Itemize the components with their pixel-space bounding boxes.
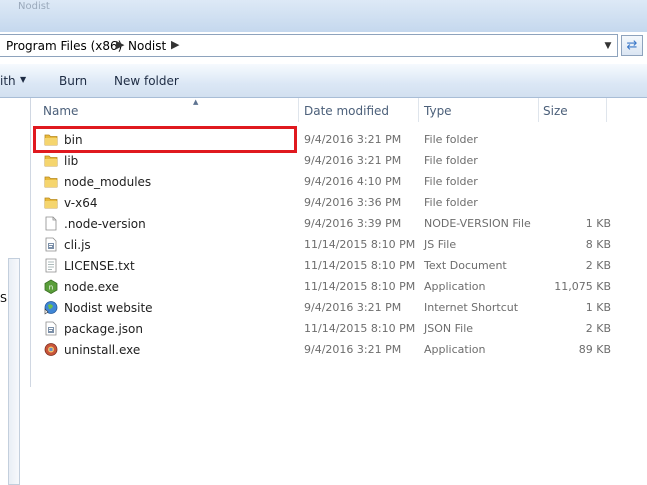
script-file-icon bbox=[45, 237, 57, 252]
file-name: node.exe bbox=[64, 280, 120, 294]
window-title-strip: Nodist bbox=[0, 0, 647, 32]
file-row[interactable]: lib 9/4/2016 3:21 PM File folder bbox=[31, 150, 647, 171]
file-type: JSON File bbox=[424, 322, 474, 335]
column-divider[interactable] bbox=[298, 98, 299, 122]
sort-ascending-icon: ▲ bbox=[193, 98, 199, 106]
file-row[interactable]: node_modules 9/4/2016 4:10 PM File folde… bbox=[31, 171, 647, 192]
column-divider[interactable] bbox=[606, 98, 607, 122]
json-file-icon bbox=[45, 321, 57, 336]
file-name: package.json bbox=[64, 322, 144, 336]
file-date: 9/4/2016 4:10 PM bbox=[304, 175, 402, 188]
file-type: JS File bbox=[424, 238, 457, 251]
column-divider[interactable] bbox=[418, 98, 419, 122]
navigation-pane-scrollbar[interactable] bbox=[8, 258, 20, 485]
new-folder-button[interactable]: New folder bbox=[114, 74, 179, 88]
file-type: Application bbox=[424, 280, 486, 293]
file-date: 9/4/2016 3:21 PM bbox=[304, 301, 402, 314]
file-name: .node-version bbox=[64, 217, 146, 231]
installer-exe-icon bbox=[44, 343, 58, 356]
column-header: ▲ Name Date modified Type Size bbox=[31, 98, 647, 124]
file-type: Internet Shortcut bbox=[424, 301, 519, 314]
file-date: 9/4/2016 3:21 PM bbox=[304, 154, 402, 167]
column-date-modified[interactable]: Date modified bbox=[304, 104, 389, 118]
file-name: Nodist website bbox=[64, 301, 153, 315]
file-date: 9/4/2016 3:21 PM bbox=[304, 133, 402, 146]
breadcrumb-nodist[interactable]: Nodist bbox=[128, 39, 166, 53]
file-row[interactable]: package.json 11/14/2015 8:10 PM JSON Fil… bbox=[31, 318, 647, 339]
address-bar[interactable]: Program Files (x86) ▶ Nodist ▶ bbox=[0, 34, 618, 57]
file-size: 8 KB bbox=[585, 238, 611, 251]
text-file-icon bbox=[45, 258, 57, 273]
highlight-box bbox=[33, 126, 297, 153]
file-type: File folder bbox=[424, 133, 478, 146]
file-type: File folder bbox=[424, 175, 478, 188]
file-type: NODE-VERSION File bbox=[424, 217, 531, 230]
file-size: 2 KB bbox=[585, 259, 611, 272]
column-name[interactable]: Name bbox=[43, 104, 78, 118]
file-date: 11/14/2015 8:10 PM bbox=[304, 259, 416, 272]
file-type: File folder bbox=[424, 154, 478, 167]
file-type: File folder bbox=[424, 196, 478, 209]
refresh-icon[interactable]: ⇄ bbox=[621, 35, 643, 56]
file-date: 9/4/2016 3:21 PM bbox=[304, 343, 402, 356]
file-row[interactable]: uninstall.exe 9/4/2016 3:21 PM Applicati… bbox=[31, 339, 647, 360]
breadcrumb-separator-icon[interactable]: ▶ bbox=[171, 38, 179, 51]
chevron-down-icon[interactable]: ▼ bbox=[20, 75, 26, 84]
file-date: 9/4/2016 3:36 PM bbox=[304, 196, 402, 209]
file-type: Application bbox=[424, 343, 486, 356]
file-row[interactable]: .node-version 9/4/2016 3:39 PM NODE-VERS… bbox=[31, 213, 647, 234]
burn-button[interactable]: Burn bbox=[59, 74, 87, 88]
file-name: LICENSE.txt bbox=[64, 259, 135, 273]
file-date: 9/4/2016 3:39 PM bbox=[304, 217, 402, 230]
svg-text:n: n bbox=[49, 284, 53, 292]
file-row[interactable]: LICENSE.txt 11/14/2015 8:10 PM Text Docu… bbox=[31, 255, 647, 276]
file-size: 2 KB bbox=[585, 322, 611, 335]
organize-button[interactable]: ith bbox=[0, 74, 16, 88]
navigation-pane bbox=[0, 98, 31, 485]
file-date: 11/14/2015 8:10 PM bbox=[304, 280, 416, 293]
file-name: uninstall.exe bbox=[64, 343, 141, 357]
navigation-pane-label: S bbox=[0, 292, 7, 305]
folder-icon bbox=[44, 197, 58, 209]
file-date: 11/14/2015 8:10 PM bbox=[304, 238, 416, 251]
file-row[interactable]: v-x64 9/4/2016 3:36 PM File folder bbox=[31, 192, 647, 213]
file-size: 11,075 KB bbox=[554, 280, 611, 293]
file-date: 11/14/2015 8:10 PM bbox=[304, 322, 416, 335]
blank-file-icon bbox=[45, 216, 57, 231]
column-type[interactable]: Type bbox=[424, 104, 452, 118]
command-bar: ith ▼ Burn New folder bbox=[0, 64, 647, 98]
file-row[interactable]: Nodist website 9/4/2016 3:21 PM Internet… bbox=[31, 297, 647, 318]
internet-shortcut-icon bbox=[44, 301, 58, 315]
address-dropdown-icon[interactable]: ▼ bbox=[601, 38, 615, 54]
file-name: lib bbox=[64, 154, 79, 168]
file-name: cli.js bbox=[64, 238, 91, 252]
file-row[interactable]: n node.exe 11/14/2015 8:10 PM Applicatio… bbox=[31, 276, 647, 297]
file-size: 89 KB bbox=[578, 343, 611, 356]
column-size[interactable]: Size bbox=[543, 104, 568, 118]
file-size: 1 KB bbox=[585, 301, 611, 314]
breadcrumb-program-files[interactable]: Program Files (x86) bbox=[6, 39, 122, 53]
file-type: Text Document bbox=[424, 259, 507, 272]
file-name: node_modules bbox=[64, 175, 152, 189]
file-name: v-x64 bbox=[64, 196, 98, 210]
window-faint-title: Nodist bbox=[18, 1, 50, 12]
file-row[interactable]: cli.js 11/14/2015 8:10 PM JS File 8 KB bbox=[31, 234, 647, 255]
folder-icon bbox=[44, 155, 58, 167]
file-size: 1 KB bbox=[585, 217, 611, 230]
node-exe-icon: n bbox=[44, 279, 58, 294]
column-divider[interactable] bbox=[538, 98, 539, 122]
breadcrumb-separator-icon[interactable]: ▶ bbox=[116, 38, 124, 51]
folder-icon bbox=[44, 176, 58, 188]
